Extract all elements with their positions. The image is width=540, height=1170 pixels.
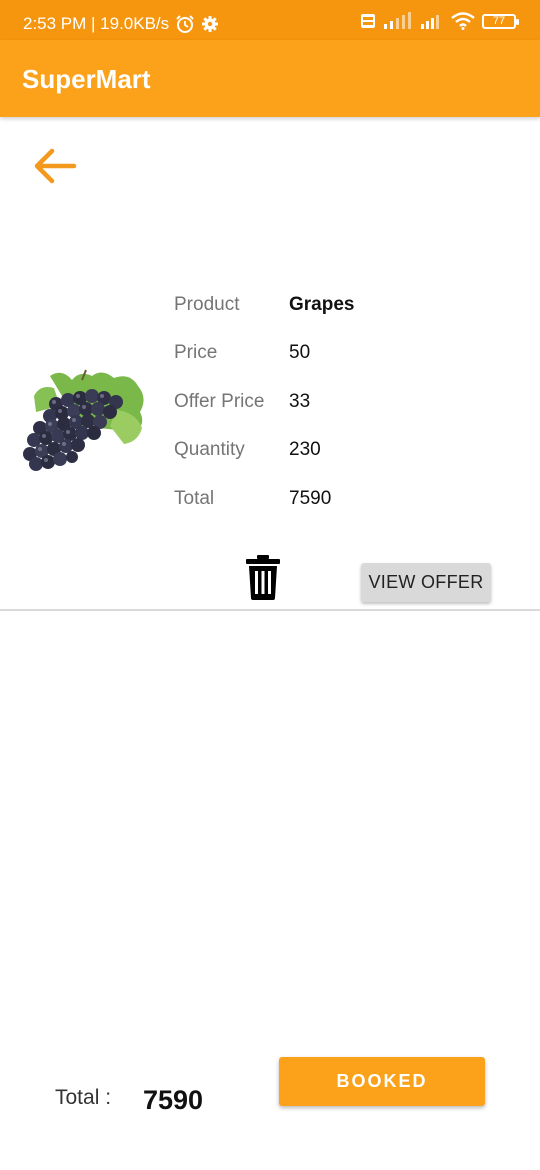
quantity-row: Quantity 230	[174, 439, 474, 469]
grapes-image	[23, 369, 144, 471]
app-bar: SuperMart	[0, 40, 540, 117]
app-title: SuperMart	[22, 64, 151, 94]
settings-icon	[202, 16, 219, 32]
status-left: 2:53 PM | 19.0KB/s	[23, 14, 219, 34]
price-row: Price 50	[174, 342, 474, 372]
battery-level: 77	[492, 14, 506, 27]
alarm-icon	[176, 15, 194, 33]
offer-price-value: 33	[289, 391, 311, 412]
status-time-speed: 2:53 PM | 19.0KB/s	[23, 14, 170, 33]
total-value: 7590	[289, 488, 332, 509]
status-right: 77	[360, 12, 519, 30]
product-row: Product Grapes	[174, 294, 474, 324]
signal-icon-2	[421, 15, 439, 29]
status-bar: 2:53 PM | 19.0KB/s 77	[0, 0, 540, 40]
trash-icon	[246, 555, 280, 600]
booked-button[interactable]: BOOKED	[279, 1057, 485, 1106]
delete-button[interactable]	[244, 554, 282, 600]
total-label: Total	[174, 488, 215, 509]
price-value: 50	[289, 342, 311, 363]
product-label: Product	[174, 294, 240, 315]
volte-icon	[361, 14, 375, 28]
wifi-icon	[451, 12, 475, 30]
arrow-left-icon	[34, 148, 77, 184]
back-button[interactable]	[30, 144, 80, 188]
quantity-value: 230	[289, 439, 321, 460]
signal-icon	[384, 12, 411, 29]
footer-total-value: 7590	[143, 1085, 204, 1115]
total-row: Total 7590	[174, 488, 474, 518]
quantity-label: Quantity	[174, 439, 245, 460]
offer-price-row: Offer Price 33	[174, 391, 474, 421]
battery-icon: 77	[482, 13, 519, 29]
product-value: Grapes	[289, 294, 355, 315]
view-offer-button[interactable]: VIEW OFFER	[361, 563, 491, 602]
price-label: Price	[174, 342, 218, 363]
footer-total-label: Total :	[55, 1086, 112, 1109]
offer-price-label: Offer Price	[174, 391, 265, 412]
divider	[0, 609, 540, 611]
